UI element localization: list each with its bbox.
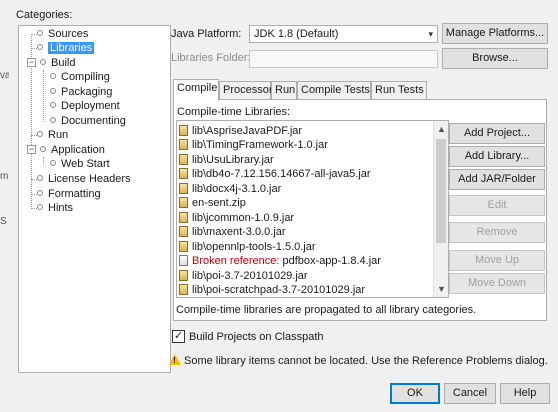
tree-item-build[interactable]: − Build xyxy=(27,56,75,70)
node-icon xyxy=(50,160,56,167)
manage-platforms-button[interactable]: Manage Platforms... xyxy=(442,23,548,44)
node-icon xyxy=(37,175,43,182)
node-icon xyxy=(37,190,43,197)
browse-button[interactable]: Browse... xyxy=(442,48,548,69)
tree-item-run[interactable]: Run xyxy=(37,128,68,142)
scroll-up-icon[interactable]: ▲ xyxy=(434,121,448,137)
background-window-edge: va m S xyxy=(0,0,11,412)
move-down-button[interactable]: Move Down xyxy=(449,273,545,294)
list-item[interactable]: lib\opennlp-tools-1.5.0.jar xyxy=(179,240,316,254)
broken-jar-icon xyxy=(179,254,188,266)
warning-message: Some library items cannot be located. Us… xyxy=(184,355,548,367)
tree-item-license-headers[interactable]: License Headers xyxy=(37,172,131,186)
categories-label: Categories: xyxy=(16,9,73,21)
scroll-down-icon[interactable]: ▼ xyxy=(434,281,448,297)
list-item[interactable]: lib\maxent-3.0.0.jar xyxy=(179,225,286,239)
tree-item-hints[interactable]: Hints xyxy=(37,201,73,215)
node-icon xyxy=(50,73,56,80)
tab-compile-tests[interactable]: Compile Tests xyxy=(297,81,371,100)
add-project-button[interactable]: Add Project... xyxy=(449,123,545,144)
propagation-note: Compile-time libraries are propagated to… xyxy=(176,304,477,316)
build-on-classpath-checkbox[interactable]: ✓ xyxy=(172,330,185,343)
node-icon xyxy=(37,204,43,211)
tab-compile[interactable]: Compile xyxy=(173,79,219,101)
node-icon xyxy=(50,102,56,109)
warning-icon: ! xyxy=(169,354,181,365)
jar-icon xyxy=(179,153,188,165)
java-platform-select[interactable]: JDK 1.8 (Default) ▾ xyxy=(249,25,438,43)
node-icon xyxy=(40,59,46,66)
tab-processor[interactable]: Processor xyxy=(219,81,273,100)
chevron-down-icon: ▾ xyxy=(428,29,433,39)
tree-item-formatting[interactable]: Formatting xyxy=(37,187,101,201)
add-library-button[interactable]: Add Library... xyxy=(449,146,545,167)
tree-item-libraries[interactable]: Libraries xyxy=(37,41,95,55)
tree-item-application[interactable]: − Application xyxy=(27,143,105,157)
background-text-fragment: m xyxy=(0,171,9,182)
java-platform-label: Java Platform: xyxy=(171,28,242,40)
move-up-button[interactable]: Move Up xyxy=(449,250,545,271)
collapse-icon[interactable]: − xyxy=(27,144,36,154)
categories-tree[interactable]: Sources Libraries − Build Compiling Packa… xyxy=(18,25,171,373)
jar-icon xyxy=(179,167,188,179)
tree-item-web-start[interactable]: Web Start xyxy=(50,157,110,171)
background-text-fragment: S xyxy=(0,216,7,227)
tab-run[interactable]: Run xyxy=(271,81,297,100)
compile-libraries-list[interactable]: lib\AspriseJavaPDF.jar lib\TimingFramewo… xyxy=(176,120,449,298)
jar-icon xyxy=(179,196,188,208)
collapse-icon[interactable]: − xyxy=(27,57,36,67)
tree-item-packaging[interactable]: Packaging xyxy=(50,85,112,99)
node-icon xyxy=(37,44,43,51)
list-item[interactable]: en-sent.zip xyxy=(179,196,246,210)
node-icon xyxy=(37,131,43,138)
list-item[interactable]: lib\poi-3.7-20101029.jar xyxy=(179,269,308,283)
list-item[interactable]: lib\AspriseJavaPDF.jar xyxy=(179,124,302,138)
tree-item-deployment[interactable]: Deployment xyxy=(50,99,120,113)
list-scrollbar[interactable]: ▲ ▼ xyxy=(433,121,448,297)
jar-icon xyxy=(179,283,188,295)
project-properties-dialog: Categories: Sources Libraries − Build Com… xyxy=(9,0,558,412)
list-item[interactable]: lib\jcommon-1.0.9.jar xyxy=(179,211,294,225)
edit-button[interactable]: Edit xyxy=(449,195,545,216)
tree-item-sources[interactable]: Sources xyxy=(37,27,88,41)
node-icon xyxy=(40,146,46,153)
jar-icon xyxy=(179,124,188,136)
broken-reference-label: Broken reference: xyxy=(192,255,280,267)
list-item[interactable]: lib\docx4j-3.1.0.jar xyxy=(179,182,281,196)
jar-icon xyxy=(179,269,188,281)
scroll-thumb[interactable] xyxy=(436,139,446,243)
list-item[interactable]: lib\poi-scratchpad-3.7-20101029.jar xyxy=(179,283,365,297)
libraries-folder-field[interactable] xyxy=(249,50,438,68)
jar-icon xyxy=(179,211,188,223)
list-item[interactable]: lib\UsuLibrary.jar xyxy=(179,153,274,167)
list-item[interactable]: lib\TimingFramework-1.0.jar xyxy=(179,138,328,152)
add-jar-folder-button[interactable]: Add JAR/Folder xyxy=(449,169,545,190)
cancel-button[interactable]: Cancel xyxy=(444,383,496,404)
ok-button[interactable]: OK xyxy=(390,383,440,404)
libraries-folder-label: Libraries Folder: xyxy=(171,52,251,64)
build-on-classpath-label: Build Projects on Classpath xyxy=(189,331,324,343)
jar-icon xyxy=(179,138,188,150)
node-icon xyxy=(50,117,56,124)
remove-button[interactable]: Remove xyxy=(449,222,545,243)
node-icon xyxy=(37,30,43,37)
list-item[interactable]: lib\db4o-7.12.156.14667-all-java5.jar xyxy=(179,167,371,181)
tree-item-documenting[interactable]: Documenting xyxy=(50,114,126,128)
jar-icon xyxy=(179,240,188,252)
jar-icon xyxy=(179,182,188,194)
compile-libraries-label: Compile-time Libraries: xyxy=(177,106,291,118)
tab-run-tests[interactable]: Run Tests xyxy=(371,81,427,100)
list-item-broken-reference[interactable]: Broken reference: pdfbox-app-1.8.4.jar xyxy=(179,254,381,268)
help-button[interactable]: Help xyxy=(500,383,550,404)
node-icon xyxy=(50,88,56,95)
tree-item-compiling[interactable]: Compiling xyxy=(50,70,110,84)
jar-icon xyxy=(179,225,188,237)
